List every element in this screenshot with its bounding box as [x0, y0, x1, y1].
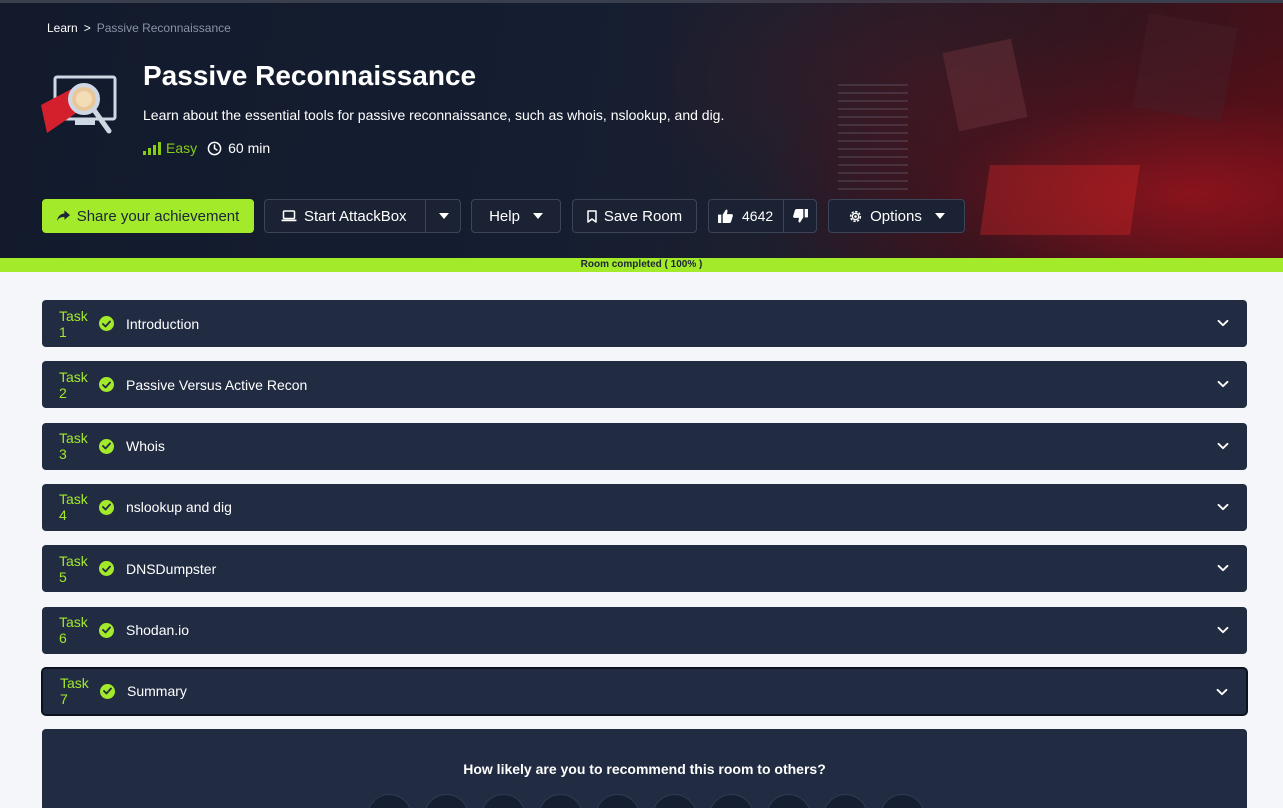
task-row[interactable]: Task 4 nslookup and dig [42, 483, 1247, 531]
breadcrumb-learn-link[interactable]: Learn [47, 21, 78, 35]
signal-icon [143, 141, 161, 155]
chevron-down-icon[interactable] [1217, 624, 1229, 636]
task-row[interactable]: Task 6 Shodan.io [42, 606, 1247, 654]
room-progress-bar: Room completed ( 100% ) [0, 258, 1283, 272]
chevron-down-icon[interactable] [1217, 378, 1229, 390]
downvote-button[interactable] [784, 200, 817, 232]
clock-icon [207, 141, 222, 155]
share-icon [56, 210, 70, 222]
duration: 60 min [207, 140, 270, 156]
rating-option[interactable] [481, 794, 526, 808]
room-icon [41, 75, 117, 134]
feedback-question: How likely are you to recommend this roo… [463, 761, 826, 777]
breadcrumb-separator: > [83, 21, 91, 35]
rating-options [367, 794, 925, 808]
chevron-down-icon[interactable] [1217, 440, 1229, 452]
task-row[interactable]: Task 7 Summary [42, 667, 1247, 715]
difficulty: Easy [143, 140, 197, 156]
save-room-label: Save Room [603, 207, 683, 225]
chevron-down-icon[interactable] [1217, 501, 1229, 513]
gear-icon [850, 210, 862, 222]
task-title: Whois [126, 438, 165, 455]
chevron-down-icon[interactable] [1216, 686, 1228, 698]
task-title: Summary [127, 683, 187, 700]
check-circle-icon [99, 438, 114, 454]
vote-group: 4642 [708, 199, 817, 233]
background-decoration [942, 38, 1028, 132]
rating-option[interactable] [652, 794, 697, 808]
task-number: Task 6 [59, 614, 88, 646]
options-button[interactable]: Options [828, 199, 965, 233]
bookmark-icon [587, 209, 597, 223]
task-title: Introduction [126, 315, 200, 332]
rating-option[interactable] [367, 794, 412, 808]
check-circle-icon [99, 316, 114, 331]
task-row[interactable]: Task 5 DNSDumpster [42, 545, 1247, 593]
rating-option[interactable] [709, 794, 754, 808]
laptop-icon [281, 210, 297, 222]
task-row[interactable]: Task 2 Passive Versus Active Recon [42, 361, 1247, 409]
room-meta: Easy 60 min [143, 140, 270, 156]
background-decoration [1132, 12, 1238, 123]
progress-label: Room completed ( 100% ) [580, 259, 703, 270]
thumbs-up-icon [718, 209, 733, 223]
chevron-down-icon [934, 213, 945, 219]
share-achievement-button[interactable]: Share your achievement [42, 199, 254, 233]
save-room-button[interactable]: Save Room [572, 199, 697, 233]
rating-option[interactable] [538, 794, 583, 808]
rating-option[interactable] [880, 794, 925, 808]
task-number: Task 2 [59, 368, 88, 401]
rating-option[interactable] [595, 794, 640, 808]
chevron-down-icon [532, 213, 543, 219]
task-number: Task 5 [59, 552, 88, 585]
task-title: Shodan.io [126, 622, 190, 638]
check-circle-icon [99, 561, 114, 577]
task-number: Task 3 [59, 430, 88, 463]
start-attackbox-label: Start AttackBox [304, 207, 407, 225]
chevron-down-icon[interactable] [1217, 562, 1229, 574]
upvote-button[interactable]: 4642 [718, 208, 773, 224]
task-number: Task 7 [60, 675, 89, 708]
chevron-down-icon [438, 213, 449, 219]
help-button[interactable]: Help [471, 199, 561, 233]
rating-option[interactable] [823, 794, 868, 808]
check-circle-icon [100, 683, 115, 699]
thumbs-down-icon [793, 209, 808, 223]
breadcrumb: Learn > Passive Reconnaissance [47, 21, 231, 35]
help-label: Help [489, 207, 520, 225]
background-decoration [838, 84, 908, 194]
room-header: Learn > Passive Reconnaissance Passive R… [0, 0, 1283, 258]
rating-option[interactable] [766, 794, 811, 808]
task-row[interactable]: Task 1 Introduction [42, 300, 1247, 347]
task-number: Task 4 [59, 491, 88, 524]
task-row[interactable]: Task 3 Whois [42, 422, 1247, 470]
attackbox-dropdown-toggle[interactable] [426, 200, 461, 232]
task-number: Task 1 [59, 307, 88, 340]
task-title: DNSDumpster [126, 560, 217, 577]
room-title: Passive Reconnaissance [143, 60, 477, 91]
task-title: Passive Versus Active Recon [126, 376, 308, 393]
task-title: nslookup and dig [126, 499, 232, 516]
share-achievement-label: Share your achievement [76, 207, 240, 225]
background-decoration [980, 165, 1140, 235]
check-circle-icon [99, 377, 114, 393]
check-circle-icon [99, 499, 114, 515]
check-circle-icon [99, 622, 114, 638]
breadcrumb-current[interactable]: Passive Reconnaissance [97, 21, 231, 35]
difficulty-label: Easy [166, 140, 198, 156]
rating-option[interactable] [424, 794, 469, 808]
duration-label: 60 min [228, 140, 271, 156]
chevron-down-icon[interactable] [1217, 317, 1229, 329]
start-attackbox-button[interactable]: Start AttackBox [264, 199, 461, 233]
options-label: Options [870, 207, 922, 225]
feedback-panel: How likely are you to recommend this roo… [42, 729, 1247, 808]
upvote-count: 4642 [742, 208, 774, 224]
room-description: Learn about the essential tools for pass… [143, 107, 725, 123]
